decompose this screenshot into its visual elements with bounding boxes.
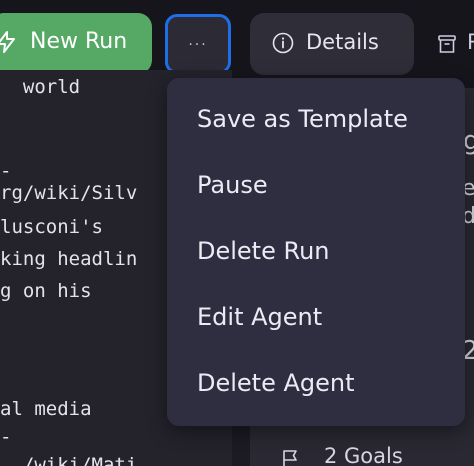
log-line: - (0, 160, 12, 182)
log-line: lusconi's (0, 216, 103, 238)
log-line: /wiki/Mati (0, 454, 138, 466)
archive-icon (438, 35, 456, 53)
new-run-button[interactable]: New Run (0, 13, 152, 74)
details-button[interactable]: Details (250, 13, 414, 75)
log-line: king headlin (0, 248, 138, 270)
log-line: world (0, 76, 81, 98)
toolbar-right-button[interactable]: R (435, 13, 474, 75)
menu-item-delete-agent[interactable]: Delete Agent (167, 355, 465, 411)
flag-icon (283, 450, 297, 466)
log-line: g on his (0, 280, 92, 302)
lightning-bolt-icon (0, 31, 15, 53)
details-label: Details (306, 30, 379, 54)
log-line: al media (0, 398, 92, 420)
info-icon (272, 32, 294, 54)
menu-item-delete-run[interactable]: Delete Run (167, 223, 465, 279)
log-line: - (0, 426, 12, 448)
toolbar-right-label: R (467, 30, 474, 54)
more-dots-icon: ··· (188, 37, 208, 53)
goals-count-label: 2 Goals (324, 444, 403, 466)
new-run-label: New Run (30, 29, 128, 54)
menu-item-save-as-template[interactable]: Save as Template (167, 91, 465, 147)
log-line: rg/wiki/Silv (0, 182, 138, 204)
more-options-menu: Save as Template Pause Delete Run Edit A… (167, 78, 465, 426)
menu-item-pause[interactable]: Pause (167, 157, 465, 213)
app-window: New Run ··· Details R world - rg/wiki/Si… (0, 0, 474, 466)
more-options-button[interactable]: ··· (165, 14, 231, 74)
menu-item-edit-agent[interactable]: Edit Agent (167, 289, 465, 345)
